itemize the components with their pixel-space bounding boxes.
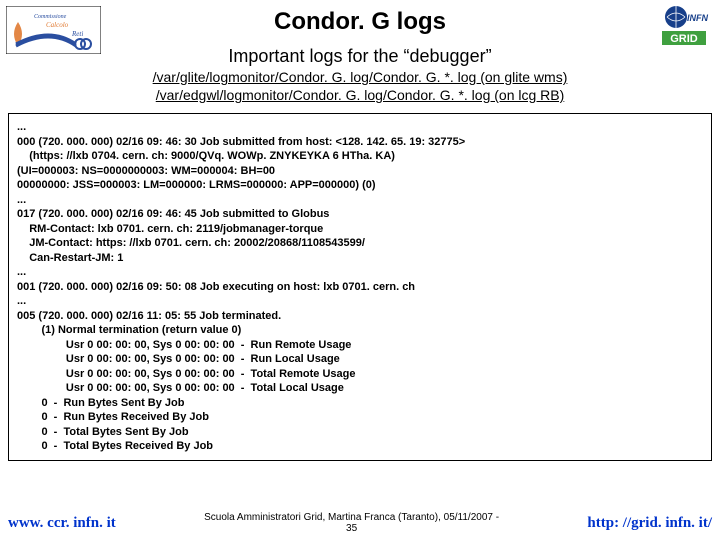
- svg-text:Reti: Reti: [71, 30, 83, 38]
- svg-text:GRID: GRID: [670, 33, 698, 45]
- svg-text:Commissione: Commissione: [34, 14, 67, 20]
- infn-grid-logo-icon: INFN GRID: [654, 4, 714, 52]
- footer-link-right[interactable]: http: //grid. infn. it/: [587, 515, 712, 532]
- footer: www. ccr. infn. it Scuola Amministratori…: [0, 512, 720, 534]
- ccr-logo-icon: Commissione Calcolo Reti: [6, 6, 101, 54]
- log-path-rb: /var/edgwl/logmonitor/Condor. G. log/Con…: [0, 87, 720, 103]
- log-output-box: ... 000 (720. 000. 000) 02/16 09: 46: 30…: [8, 113, 712, 461]
- slide-title: Condor. G logs: [274, 8, 446, 36]
- log-path-wms: /var/glite/logmonitor/Condor. G. log/Con…: [0, 69, 720, 85]
- svg-text:Calcolo: Calcolo: [46, 21, 69, 29]
- svg-text:INFN: INFN: [687, 13, 708, 23]
- footer-caption: Scuola Amministratori Grid, Martina Fran…: [116, 512, 588, 534]
- footer-link-left[interactable]: www. ccr. infn. it: [8, 515, 116, 532]
- header: Commissione Calcolo Reti Condor. G logs …: [0, 0, 720, 40]
- subtitle: Important logs for the “debugger”: [0, 46, 720, 67]
